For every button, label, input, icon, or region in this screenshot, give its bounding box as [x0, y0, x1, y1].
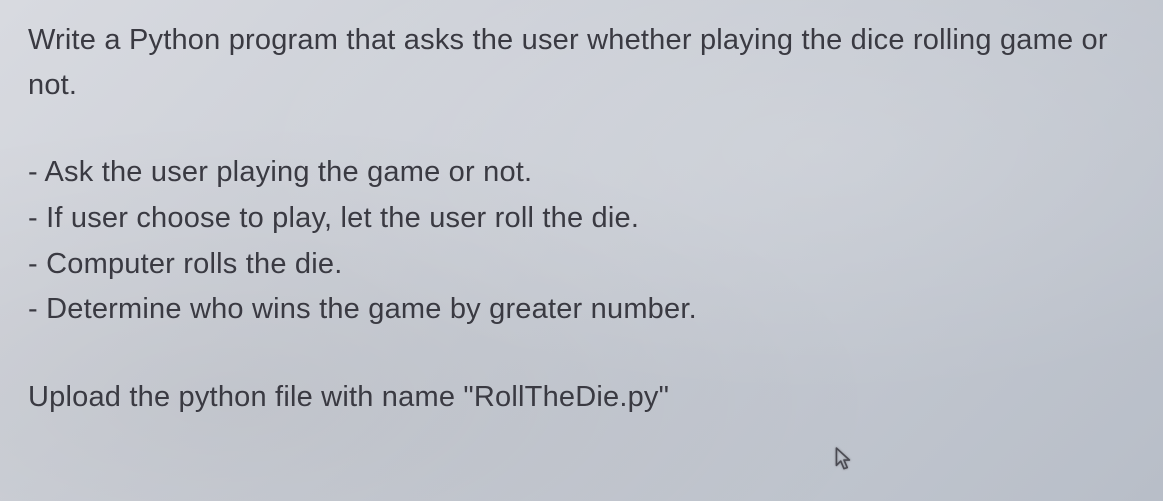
bullet-item: - If user choose to play, let the user r…: [28, 196, 1135, 242]
intro-paragraph: Write a Python program that asks the use…: [28, 18, 1135, 108]
bullet-list: - Ask the user playing the game or not. …: [28, 150, 1135, 333]
upload-instruction: Upload the python file with name "RollTh…: [28, 381, 1135, 414]
bullet-item: - Computer rolls the die.: [28, 242, 1135, 288]
bullet-item: - Ask the user playing the game or not.: [28, 150, 1135, 196]
mouse-cursor-icon: [835, 447, 853, 473]
bullet-item: - Determine who wins the game by greater…: [28, 287, 1135, 333]
document-content: Write a Python program that asks the use…: [0, 0, 1163, 414]
